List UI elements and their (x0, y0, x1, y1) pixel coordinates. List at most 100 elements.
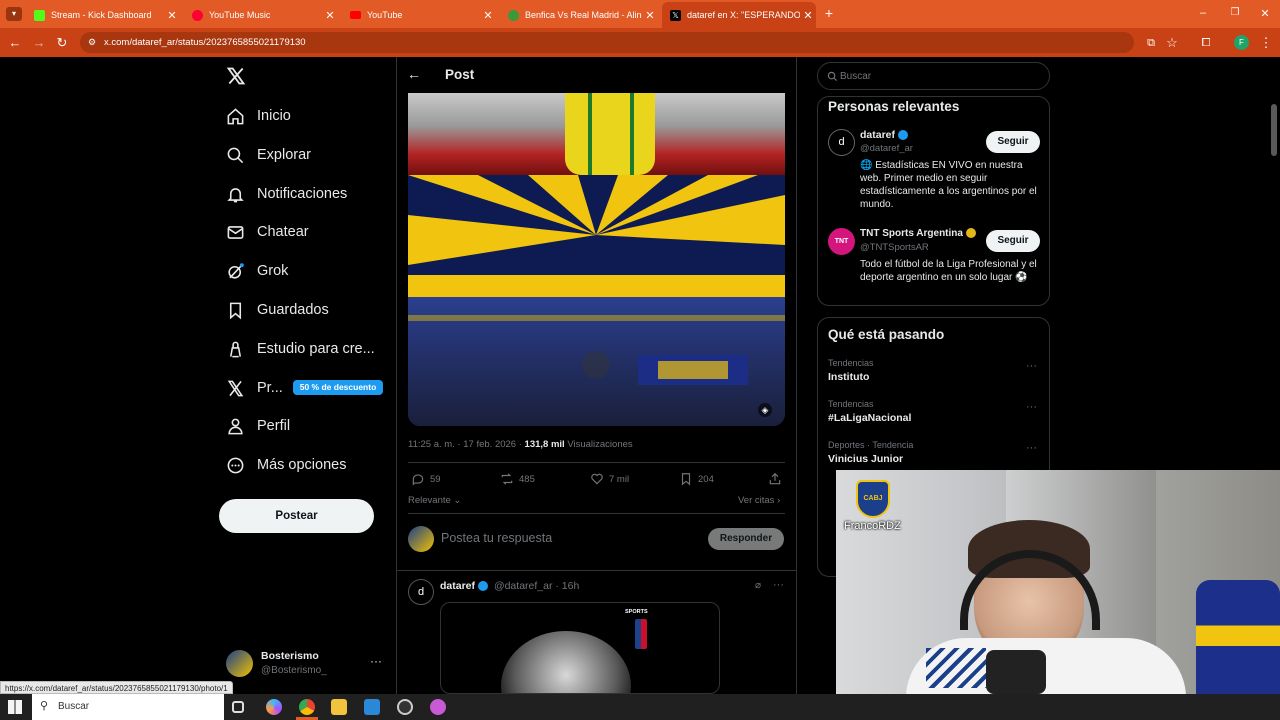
share-action[interactable] (768, 472, 787, 486)
reply-button[interactable]: Responder (708, 528, 784, 550)
close-icon[interactable]: ✕ (322, 9, 338, 22)
more-horizontal-icon[interactable]: ··· (773, 579, 784, 591)
sidebar-item-notificaciones[interactable]: Notificaciones (226, 182, 347, 206)
browser-tab[interactable]: Benfica Vs Real Madrid - Alineac ✕ (500, 4, 658, 26)
x-logo-icon[interactable] (226, 66, 248, 88)
close-icon[interactable]: ✕ (164, 9, 180, 22)
reply-input[interactable]: Postea tu respuesta (441, 531, 691, 545)
obs-icon[interactable] (397, 699, 413, 715)
repost-action[interactable]: 485 (500, 472, 535, 486)
badge-text: CABJ (863, 495, 883, 502)
avatar[interactable]: TNT (828, 228, 855, 255)
close-window-button[interactable]: ✕ (1258, 7, 1272, 21)
trend-item[interactable]: Tendencias Instituto ··· (828, 358, 1043, 383)
close-icon[interactable]: ✕ (800, 9, 816, 22)
premium-discount-badge[interactable]: 50 % de descuento (293, 380, 383, 395)
browser-tab[interactable]: Stream - Kick Dashboard ✕ (26, 4, 180, 26)
taskbar-search[interactable]: ⚲ Buscar (32, 694, 224, 720)
like-count: 7 mil (609, 473, 630, 485)
sidebar-item-estudio[interactable]: Estudio para cre... (226, 337, 375, 361)
reload-button[interactable]: ↻ (54, 35, 70, 51)
scrollbar-thumb[interactable] (1271, 104, 1277, 156)
person-name[interactable]: TNT Sports Argentina (860, 228, 976, 239)
person-name[interactable]: dataref (860, 129, 909, 141)
search-box[interactable]: Buscar (817, 62, 1050, 90)
post-image-stadium[interactable]: ◈ (408, 175, 785, 426)
sidebar-item-chatear[interactable]: Chatear (226, 220, 309, 244)
sidebar-item-premium[interactable]: Pr... (226, 376, 283, 400)
post-media[interactable]: SPORTS (440, 602, 720, 694)
microphone (986, 650, 1046, 694)
sidebar-item-inicio[interactable]: Inicio (226, 104, 291, 128)
bookmark-action[interactable]: 204 (679, 472, 714, 486)
reply-action[interactable]: 59 (411, 472, 441, 486)
tab-search-button[interactable]: ▾ (6, 7, 22, 21)
forward-button[interactable]: → (31, 35, 47, 51)
image-options-icon[interactable]: ◈ (758, 403, 772, 417)
follow-button[interactable]: Seguir (986, 230, 1040, 252)
browser-tab-active[interactable]: 𝕏 dataref en X: "ESPERANDO ✕ (662, 2, 816, 28)
back-arrow-icon[interactable]: ← (407, 66, 421, 82)
person-handle[interactable]: @TNTSportsAR (860, 242, 929, 253)
profile-avatar[interactable]: F (1234, 35, 1249, 50)
sidebar-item-mas-opciones[interactable]: Más opciones (226, 453, 346, 477)
avatar: d (408, 579, 434, 605)
boca-badge-icon: CABJ (856, 480, 890, 518)
copilot-icon[interactable] (266, 699, 282, 715)
post-button[interactable]: Postear (219, 499, 374, 533)
windows-start-icon[interactable] (8, 700, 22, 714)
extensions-icon[interactable]: ⧠ (1198, 35, 1214, 51)
reply-composer: Postea tu respuesta Responder (408, 524, 785, 554)
avatar[interactable]: d (828, 129, 855, 156)
browser-tab[interactable]: YouTube ✕ (342, 4, 496, 26)
more-horizontal-icon[interactable]: ··· (370, 654, 382, 668)
menu-kebab-icon[interactable]: ⋮ (1258, 35, 1274, 51)
new-tab-button[interactable]: + (822, 6, 836, 20)
address-bar[interactable]: ⚙ x.com/dataref_ar/status/20237658550211… (80, 32, 1134, 53)
trend-item[interactable]: Tendencias #LaLigaNacional ··· (828, 399, 1043, 424)
post-time[interactable]: · 16h (555, 580, 579, 592)
site-info-icon[interactable]: ⚙ (88, 37, 96, 48)
task-view-icon[interactable] (232, 701, 244, 713)
close-icon[interactable]: ✕ (642, 9, 658, 22)
bookmark-icon (681, 473, 691, 486)
view-quotes-link[interactable]: Ver citas › (738, 495, 780, 506)
repost-count: 485 (519, 473, 535, 485)
close-icon[interactable]: ✕ (480, 9, 496, 22)
post-timestamp[interactable]: 11:25 a. m. · 17 feb. 2026 · (408, 439, 525, 450)
person-handle[interactable]: @dataref_ar (860, 143, 913, 154)
post-image-top[interactable] (408, 93, 785, 175)
browser-tab[interactable]: YouTube Music ✕ (184, 4, 338, 26)
sort-replies-dropdown[interactable]: Relevante ⌄ (408, 495, 461, 506)
author-handle[interactable]: @dataref_ar (494, 580, 553, 592)
shirt-stripes (926, 648, 986, 688)
tab-title: YouTube (367, 10, 403, 20)
back-button[interactable]: ← (7, 35, 23, 51)
more-horizontal-icon[interactable]: ··· (1026, 360, 1037, 372)
author-name[interactable]: dataref (440, 580, 475, 592)
jersey-shape (565, 93, 655, 175)
file-explorer-icon[interactable] (331, 699, 347, 715)
sidebar-item-perfil[interactable]: Perfil (226, 414, 290, 438)
sidebar-item-explorar[interactable]: Explorar (226, 143, 311, 167)
like-action[interactable]: 7 mil (590, 472, 629, 486)
sidebar-item-guardados[interactable]: Guardados (226, 298, 329, 322)
account-switcher[interactable]: Bosterismo @Bosterismo_ ··· (226, 648, 386, 680)
sidebar-item-grok[interactable]: Grok (226, 259, 288, 283)
more-horizontal-icon[interactable]: ··· (1026, 442, 1037, 454)
restore-button[interactable]: ❐ (1228, 7, 1242, 21)
bookmark-star-icon[interactable]: ☆ (1164, 35, 1180, 51)
chrome-icon[interactable] (299, 699, 315, 715)
trend-item[interactable]: Deportes · Tendencia Vinicius Junior ··· (828, 440, 1043, 465)
sidebar-item-label: Notificaciones (257, 186, 348, 202)
install-app-icon[interactable]: ⧉ (1143, 35, 1159, 51)
minimize-button[interactable]: – (1196, 7, 1210, 21)
discord-icon[interactable] (430, 699, 446, 715)
more-horizontal-icon[interactable]: ··· (1026, 401, 1037, 413)
reply-post[interactable]: d dataref @dataref_ar · 16h ⌀ ··· SPORTS (397, 571, 796, 694)
store-icon[interactable] (364, 699, 380, 715)
youtube-music-icon (192, 9, 203, 21)
chevron-right-icon: › (774, 495, 781, 506)
grok-icon[interactable]: ⌀ (755, 580, 761, 591)
follow-button[interactable]: Seguir (986, 131, 1040, 153)
